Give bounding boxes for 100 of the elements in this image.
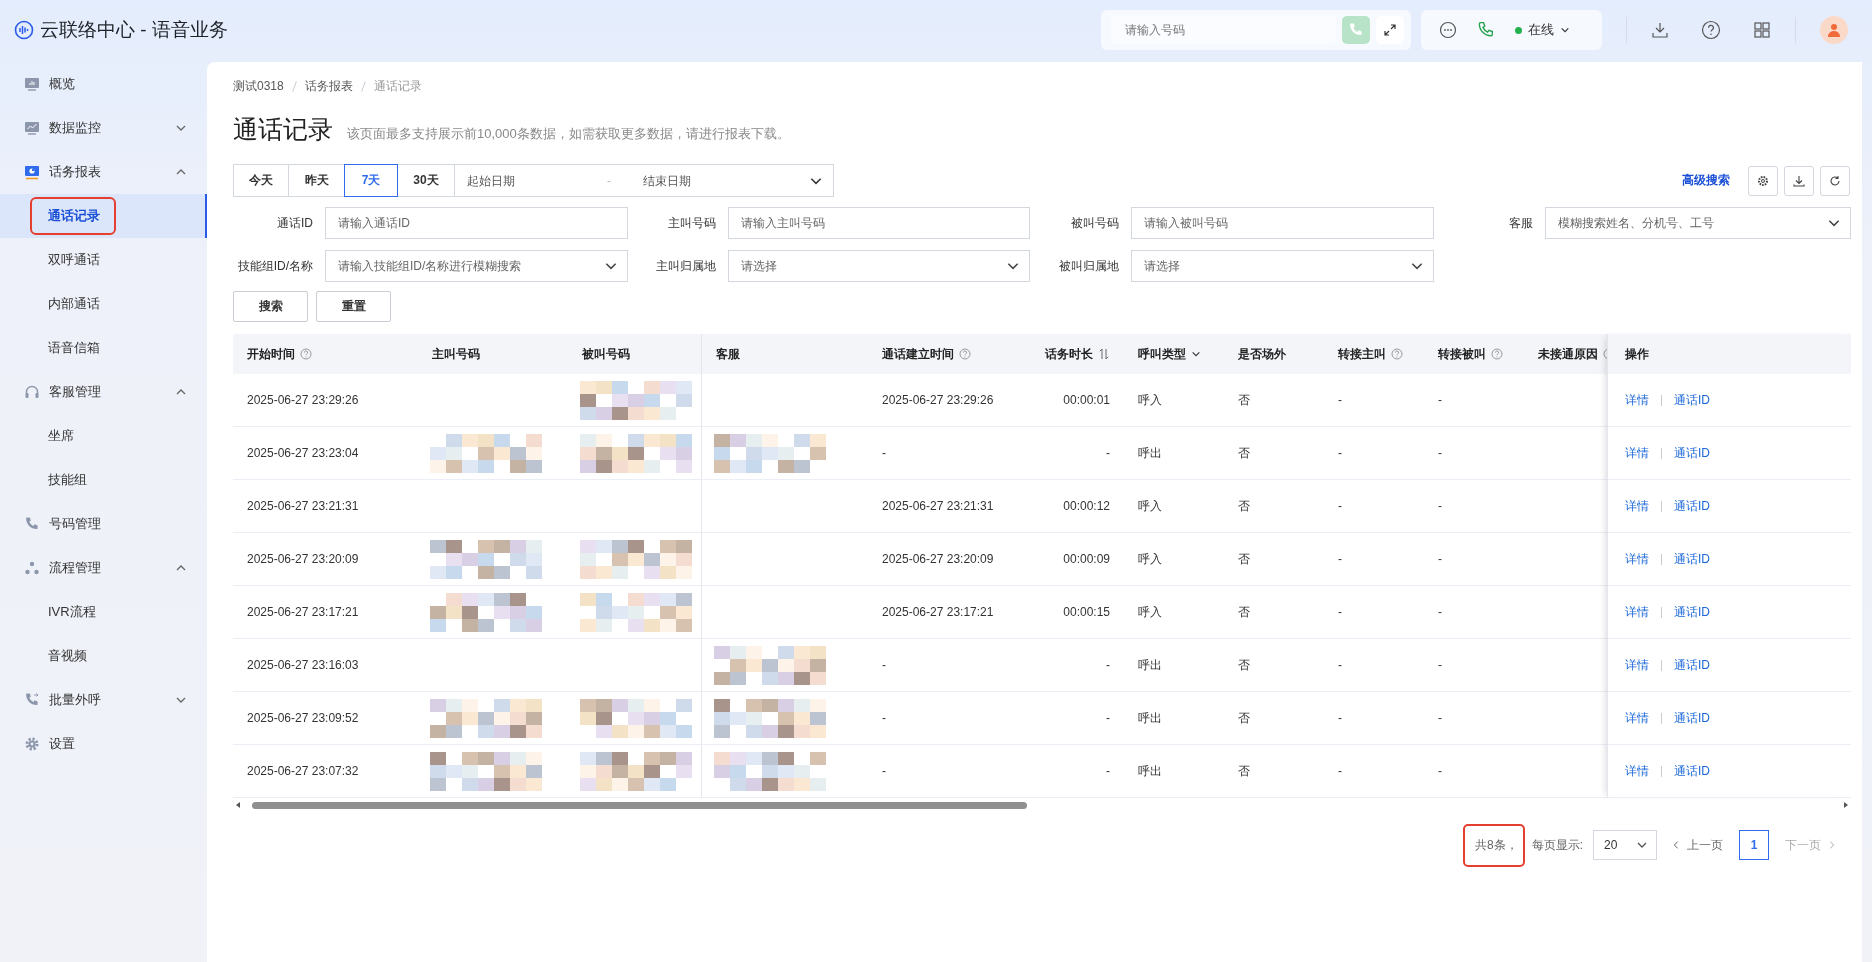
help-icon <box>300 348 312 360</box>
start-date-field[interactable]: 起始日期 <box>467 173 607 188</box>
refresh-icon <box>1829 174 1841 187</box>
table-cell-text: - <box>1105 445 1111 462</box>
column-header: 通话建立时间 <box>882 345 954 363</box>
chevron-icon <box>1671 840 1681 850</box>
table-cell-text: - <box>1105 710 1111 727</box>
text-field[interactable]: 请输入通话ID <box>325 207 628 239</box>
search-button[interactable]: 搜索 <box>233 291 308 322</box>
table-cell-text: - <box>1437 604 1443 621</box>
column-header: 客服 <box>716 345 740 363</box>
nav-subitem[interactable]: 语音信箱 <box>0 326 207 370</box>
nav-item[interactable]: 流程管理 <box>0 546 207 590</box>
advanced-search-link[interactable]: 高级搜索 <box>1682 172 1730 189</box>
table-cell-text: 否 <box>1237 497 1251 515</box>
date-tab[interactable]: 7天 <box>344 164 398 197</box>
nav-subitem[interactable]: 通话记录 <box>0 194 207 238</box>
table-cell-text: 00:00:15 <box>1062 604 1111 621</box>
table-cell-text: 否 <box>1237 762 1251 780</box>
table-cell-text: 否 <box>1237 391 1251 409</box>
refresh-button[interactable] <box>1820 165 1850 196</box>
chat-icon[interactable] <box>1439 21 1457 39</box>
table-cell-text: - <box>881 763 887 780</box>
column-header: 呼叫类型 <box>1138 345 1186 363</box>
page-size-select[interactable]: 20 <box>1593 830 1657 860</box>
select-field[interactable]: 请选择 <box>728 250 1030 282</box>
download-button[interactable] <box>1784 165 1814 196</box>
nav-item[interactable]: 批量外呼 <box>0 678 207 722</box>
nav-subitem[interactable]: 技能组 <box>0 458 207 502</box>
breadcrumb-link[interactable]: 测试0318 <box>233 77 284 95</box>
nodes-icon <box>24 560 40 576</box>
phone-icon[interactable] <box>1477 21 1495 39</box>
nav-item[interactable]: 数据监控 <box>0 106 207 150</box>
grid-icon[interactable] <box>1753 21 1771 39</box>
download-icon[interactable] <box>1651 21 1669 39</box>
row-link[interactable]: 详情 <box>1625 709 1649 727</box>
row-link[interactable]: 通话ID <box>1674 762 1710 780</box>
page-title: 通话记录 <box>233 114 333 145</box>
breadcrumb-link[interactable]: 话务报表 <box>304 77 353 95</box>
nav-item[interactable]: 号码管理 <box>0 502 207 546</box>
row-link[interactable]: 详情 <box>1625 656 1649 674</box>
nav-item[interactable]: 客服管理 <box>0 370 207 414</box>
table-cell-text: - <box>1337 604 1343 621</box>
row-link[interactable]: 详情 <box>1625 391 1649 409</box>
prev-page-button[interactable]: 上一页 <box>1671 836 1723 854</box>
row-link[interactable]: 详情 <box>1625 444 1649 462</box>
nav-item[interactable]: 概览 <box>0 62 207 106</box>
nav-item[interactable]: 话务报表 <box>0 150 207 194</box>
expand-button[interactable] <box>1376 16 1404 44</box>
nav-item[interactable]: 设置 <box>0 722 207 766</box>
nav-subitem[interactable]: 坐席 <box>0 414 207 458</box>
avatar[interactable] <box>1820 16 1848 44</box>
filter-label: 主叫归属地 <box>656 257 716 275</box>
select-field[interactable]: 请输入技能组ID/名称进行模糊搜索 <box>325 250 628 282</box>
table-cell-text: 否 <box>1237 603 1251 621</box>
row-link[interactable]: 详情 <box>1625 762 1649 780</box>
report-icon <box>24 164 40 180</box>
page-size-label: 每页显示: <box>1531 836 1583 854</box>
table-cell-text: 否 <box>1237 550 1251 568</box>
row-link[interactable]: 通话ID <box>1674 391 1710 409</box>
phone-icon <box>24 692 40 708</box>
table-cell-text: 呼入 <box>1137 550 1163 568</box>
table-cell-text: - <box>881 710 887 727</box>
nav-subitem[interactable]: 内部通话 <box>0 282 207 326</box>
date-tab[interactable]: 今天 <box>233 164 289 197</box>
row-link[interactable]: 通话ID <box>1674 603 1710 621</box>
caret-icon[interactable] <box>1191 349 1201 359</box>
row-link[interactable]: 详情 <box>1625 497 1649 515</box>
nav-subitem[interactable]: 音视频 <box>0 634 207 678</box>
row-link[interactable]: 通话ID <box>1674 709 1710 727</box>
page-button[interactable]: 1 <box>1739 830 1769 860</box>
nav-subitem[interactable]: 双呼通话 <box>0 238 207 282</box>
nav-subitem[interactable]: IVR流程 <box>0 590 207 634</box>
status-dropdown[interactable]: 在线 <box>1515 16 1570 44</box>
table-cell-text: - <box>881 445 887 462</box>
column-header: 转接被叫 <box>1438 345 1486 363</box>
date-tab[interactable]: 昨天 <box>288 164 345 197</box>
row-link[interactable]: 详情 <box>1625 550 1649 568</box>
reset-button[interactable]: 重置 <box>316 291 391 322</box>
column-header: 操作 <box>1625 345 1649 363</box>
text-field[interactable]: 请输入主叫号码 <box>728 207 1030 239</box>
end-date-field[interactable]: 结束日期 <box>643 173 783 188</box>
row-link[interactable]: 详情 <box>1625 603 1649 621</box>
select-field[interactable]: 模糊搜索姓名、分机号、工号 <box>1545 207 1851 239</box>
date-tab[interactable]: 30天 <box>397 164 455 197</box>
table-cell-text: 00:00:09 <box>1062 551 1111 568</box>
row-link[interactable]: 通话ID <box>1674 497 1710 515</box>
select-field[interactable]: 请选择 <box>1131 250 1434 282</box>
table-cell-text: - <box>881 657 887 674</box>
row-link[interactable]: 通话ID <box>1674 550 1710 568</box>
total-count: 共8条， <box>1472 836 1520 854</box>
sort-icon[interactable] <box>1098 348 1110 360</box>
row-link[interactable]: 通话ID <box>1674 444 1710 462</box>
row-link[interactable]: 通话ID <box>1674 656 1710 674</box>
table-cell-text: 2025-06-27 23:17:21 <box>881 604 995 621</box>
text-field[interactable]: 请输入被叫号码 <box>1131 207 1434 239</box>
settings-button[interactable] <box>1748 165 1778 196</box>
help-icon[interactable] <box>1701 20 1721 40</box>
scrollbar-thumb[interactable] <box>252 801 1027 809</box>
phone-number-field[interactable]: 请输入号码 <box>1111 16 1336 44</box>
